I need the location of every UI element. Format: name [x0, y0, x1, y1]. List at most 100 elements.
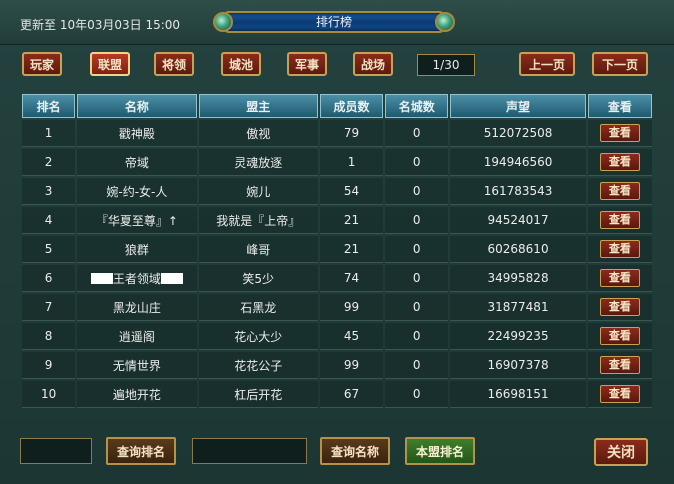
leader-cell: 峰哥 — [198, 236, 318, 263]
members-cell: 79 — [319, 120, 384, 147]
column-header-view: 查看 — [587, 94, 652, 118]
masked-symbol — [160, 272, 183, 284]
tab-battlefield[interactable]: 战场 — [353, 52, 393, 76]
leader-cell: 杠后开花 — [198, 381, 318, 408]
leader-cell: 花心大少 — [198, 323, 318, 350]
rank-cell: 3 — [22, 178, 76, 205]
rank-cell: 10 — [22, 381, 76, 408]
rank-cell: 4 — [22, 207, 76, 234]
cities-cell: 0 — [385, 294, 449, 321]
column-header-leader: 盟主 — [198, 94, 318, 118]
cities-cell: 0 — [385, 352, 449, 379]
alliance-name-cell: 王者领域 — [77, 265, 197, 292]
table-row: 2 帝域 灵魂放逐 1 0 194946560 查看 — [22, 149, 652, 176]
view-cell: 查看 — [587, 265, 652, 292]
prestige-cell: 22499235 — [450, 323, 586, 350]
rank-cell: 2 — [22, 149, 76, 176]
rank-cell: 5 — [22, 236, 76, 263]
view-cell: 查看 — [587, 236, 652, 263]
view-button[interactable]: 查看 — [599, 269, 640, 287]
tab-player[interactable]: 玩家 — [22, 52, 62, 76]
view-cell: 查看 — [587, 352, 652, 379]
view-button[interactable]: 查看 — [599, 356, 640, 374]
prestige-cell: 16698151 — [450, 381, 586, 408]
view-button[interactable]: 查看 — [599, 385, 640, 403]
view-button[interactable]: 查看 — [599, 124, 640, 142]
window-title: 排行榜 — [315, 15, 352, 29]
ranking-window: 更新至 10年03月03日 15:00 排行榜 玩家 联盟 将领 城池 军事 战… — [0, 0, 674, 484]
view-cell: 查看 — [587, 149, 652, 176]
prestige-cell: 512072508 — [450, 120, 586, 147]
alliance-name-cell: 狼群 — [77, 236, 197, 263]
leader-cell: 婉儿 — [198, 178, 318, 205]
column-header-members: 成员数 — [319, 94, 384, 118]
view-button[interactable]: 查看 — [599, 298, 640, 316]
leader-cell: 笑5少 — [198, 265, 318, 292]
cities-cell: 0 — [385, 236, 449, 263]
rank-cell: 8 — [22, 323, 76, 350]
rank-input[interactable] — [20, 438, 92, 464]
alliance-name-cell: 婉-约-女-人 — [77, 178, 197, 205]
rank-query-button[interactable]: 查询排名 — [106, 437, 176, 465]
prev-page-button[interactable]: 上一页 — [519, 52, 575, 76]
leader-cell: 傲视 — [198, 120, 318, 147]
view-button[interactable]: 查看 — [599, 327, 640, 345]
name-input[interactable] — [192, 438, 307, 464]
masked-symbol — [90, 272, 113, 284]
members-cell: 21 — [319, 236, 384, 263]
tab-city[interactable]: 城池 — [221, 52, 261, 76]
own-alliance-rank-button[interactable]: 本盟排名 — [405, 437, 475, 465]
tab-military[interactable]: 军事 — [287, 52, 327, 76]
rank-cell: 9 — [22, 352, 76, 379]
ranking-table: 排名 名称 盟主 成员数 名城数 声望 查看 1 戳神殿 傲视 79 0 512… — [20, 92, 654, 410]
table-row: 8 逍遥阁 花心大少 45 0 22499235 查看 — [22, 323, 652, 350]
rank-cell: 7 — [22, 294, 76, 321]
table-row: 7 黑龙山庄 石黑龙 99 0 31877481 查看 — [22, 294, 652, 321]
table-row: 3 婉-约-女-人 婉儿 54 0 161783543 查看 — [22, 178, 652, 205]
close-button[interactable]: 关闭 — [594, 438, 648, 466]
column-header-cities: 名城数 — [385, 94, 449, 118]
view-cell: 查看 — [587, 323, 652, 350]
view-button[interactable]: 查看 — [599, 211, 640, 229]
view-cell: 查看 — [587, 207, 652, 234]
cities-cell: 0 — [385, 381, 449, 408]
table-header-row: 排名 名称 盟主 成员数 名城数 声望 查看 — [22, 94, 652, 118]
table-row: 1 戳神殿 傲视 79 0 512072508 查看 — [22, 120, 652, 147]
view-cell: 查看 — [587, 120, 652, 147]
table-row: 6 王者领域 笑5少 74 0 34995828 查看 — [22, 265, 652, 292]
view-button[interactable]: 查看 — [599, 153, 640, 171]
members-cell: 99 — [319, 352, 384, 379]
members-cell: 74 — [319, 265, 384, 292]
tab-alliance[interactable]: 联盟 — [90, 52, 130, 76]
view-button[interactable]: 查看 — [599, 182, 640, 200]
view-cell: 查看 — [587, 178, 652, 205]
alliance-name-cell: 黑龙山庄 — [77, 294, 197, 321]
leader-cell: 花花公子 — [198, 352, 318, 379]
prestige-cell: 31877481 — [450, 294, 586, 321]
prestige-cell: 34995828 — [450, 265, 586, 292]
cities-cell: 0 — [385, 149, 449, 176]
alliance-name-cell: 逍遥阁 — [77, 323, 197, 350]
prestige-cell: 94524017 — [450, 207, 586, 234]
next-page-button[interactable]: 下一页 — [592, 52, 648, 76]
cities-cell: 0 — [385, 178, 449, 205]
table-row: 9 无情世界 花花公子 99 0 16907378 查看 — [22, 352, 652, 379]
cities-cell: 0 — [385, 207, 449, 234]
prestige-cell: 60268610 — [450, 236, 586, 263]
page-indicator: 1/30 — [417, 54, 475, 76]
column-header-rank: 排名 — [22, 94, 76, 118]
leader-cell: 灵魂放逐 — [198, 149, 318, 176]
alliance-name-text: 王者领域 — [112, 271, 161, 286]
table-row: 10 遍地开花 杠后开花 67 0 16698151 查看 — [22, 381, 652, 408]
prestige-cell: 161783543 — [450, 178, 586, 205]
view-cell: 查看 — [587, 294, 652, 321]
view-button[interactable]: 查看 — [599, 240, 640, 258]
table-row: 4 『华夏至尊』↑ 我就是『上帝』 21 0 94524017 查看 — [22, 207, 652, 234]
prestige-cell: 194946560 — [450, 149, 586, 176]
name-query-button[interactable]: 查询名称 — [320, 437, 390, 465]
leader-cell: 我就是『上帝』 — [198, 207, 318, 234]
tab-general[interactable]: 将领 — [154, 52, 194, 76]
column-header-prestige: 声望 — [450, 94, 586, 118]
members-cell: 99 — [319, 294, 384, 321]
rank-cell: 6 — [22, 265, 76, 292]
